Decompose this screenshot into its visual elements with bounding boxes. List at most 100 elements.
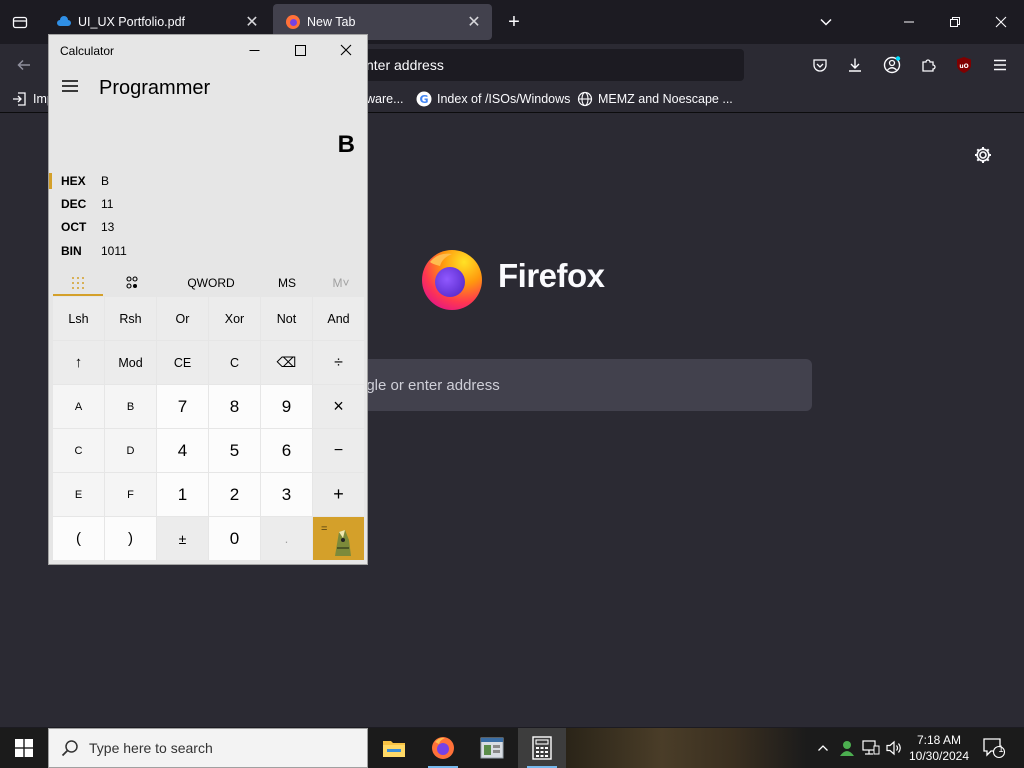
new-tab-plus-icon[interactable]: + bbox=[502, 10, 526, 34]
system-clock[interactable]: 7:18 AM 10/30/2024 bbox=[908, 732, 970, 764]
show-hidden-icons-chevron-icon[interactable] bbox=[812, 728, 834, 768]
mod-button[interactable]: Mod bbox=[105, 341, 156, 384]
hex-b-button[interactable]: B bbox=[105, 385, 156, 428]
volume-icon[interactable] bbox=[883, 728, 905, 768]
digit-1-button[interactable]: 1 bbox=[157, 473, 208, 516]
minimize-icon[interactable] bbox=[886, 6, 932, 38]
taskbar-firefox[interactable] bbox=[419, 728, 467, 768]
or-button[interactable]: Or bbox=[157, 297, 208, 340]
ublock-origin-icon[interactable]: uO bbox=[952, 53, 976, 77]
keypad-tab-icon[interactable] bbox=[53, 269, 103, 297]
shift-up-arrow-button[interactable]: ↑ bbox=[53, 341, 104, 384]
digit-6-button[interactable]: 6 bbox=[261, 429, 312, 472]
radix-row-hex[interactable]: HEX B bbox=[49, 170, 369, 192]
back-arrow-icon[interactable] bbox=[12, 53, 36, 77]
close-paren-button[interactable]: ) bbox=[105, 517, 156, 560]
digit-5-button[interactable]: 5 bbox=[209, 429, 260, 472]
people-tray-icon[interactable] bbox=[836, 728, 858, 768]
clear-entry-button[interactable]: CE bbox=[157, 341, 208, 384]
negate-button[interactable]: ± bbox=[157, 517, 208, 560]
list-all-tabs-chevron-icon[interactable] bbox=[814, 10, 838, 34]
minimize-icon[interactable] bbox=[231, 35, 277, 65]
search-placeholder: ogle or enter address bbox=[358, 376, 500, 394]
tab-title: UI_UX Portfolio.pdf bbox=[78, 15, 185, 29]
digit-0-button[interactable]: 0 bbox=[209, 517, 260, 560]
restore-icon[interactable] bbox=[932, 6, 978, 38]
digit-3-button[interactable]: 3 bbox=[261, 473, 312, 516]
svg-text:G: G bbox=[419, 93, 428, 106]
close-icon[interactable]: ✕ bbox=[462, 10, 486, 34]
hex-c-button[interactable]: C bbox=[53, 429, 104, 472]
hex-d-button[interactable]: D bbox=[105, 429, 156, 472]
divide-button[interactable]: ÷ bbox=[313, 341, 364, 384]
clear-button[interactable]: C bbox=[209, 341, 260, 384]
notification-badge: 1 bbox=[998, 744, 1004, 754]
download-icon[interactable] bbox=[843, 53, 867, 77]
digit-9-button[interactable]: 9 bbox=[261, 385, 312, 428]
mode-title: Programmer bbox=[99, 77, 211, 99]
memory-list-button: M˅ bbox=[332, 276, 350, 290]
not-button[interactable]: Not bbox=[261, 297, 312, 340]
action-center-icon[interactable]: 1 bbox=[978, 728, 1010, 768]
close-icon[interactable] bbox=[323, 35, 369, 65]
navigation-menu-icon[interactable] bbox=[61, 79, 79, 93]
close-icon[interactable]: ✕ bbox=[240, 10, 264, 34]
menu-hamburger-icon[interactable] bbox=[988, 53, 1012, 77]
import-icon bbox=[12, 91, 28, 107]
and-button[interactable]: And bbox=[313, 297, 364, 340]
taskbar-app-window[interactable] bbox=[468, 728, 516, 768]
maximize-icon[interactable] bbox=[277, 35, 323, 65]
bit-toggling-tab-icon[interactable] bbox=[107, 269, 157, 297]
bookmark-item[interactable]: G Index of /ISOs/Windows bbox=[416, 85, 570, 113]
window-title: Calculator bbox=[60, 44, 115, 58]
close-icon[interactable] bbox=[978, 6, 1024, 38]
xor-button[interactable]: Xor bbox=[209, 297, 260, 340]
svg-text:uO: uO bbox=[959, 63, 968, 70]
tab-title: New Tab bbox=[307, 15, 356, 29]
extensions-puzzle-icon[interactable] bbox=[916, 53, 940, 77]
gear-icon[interactable] bbox=[972, 144, 994, 166]
subtract-button[interactable]: − bbox=[313, 429, 364, 472]
radix-row-bin[interactable]: BIN 1011 bbox=[49, 240, 369, 262]
hex-f-button[interactable]: F bbox=[105, 473, 156, 516]
windows-taskbar: Type here to search 7:18 AM 10/30/2024 1 bbox=[0, 728, 1024, 768]
radix-row-dec[interactable]: DEC 11 bbox=[49, 193, 369, 215]
taskbar-file-explorer[interactable] bbox=[370, 728, 418, 768]
folder-icon bbox=[383, 741, 405, 757]
backspace-button[interactable]: ⌫ bbox=[261, 341, 312, 384]
radix-row-oct[interactable]: OCT 13 bbox=[49, 216, 369, 238]
clock-time: 7:18 AM bbox=[916, 733, 962, 747]
google-icon: G bbox=[416, 91, 432, 107]
rsh-button[interactable]: Rsh bbox=[105, 297, 156, 340]
taskbar-calculator[interactable] bbox=[518, 728, 566, 768]
add-button[interactable]: + bbox=[313, 473, 364, 516]
bookmark-item[interactable]: MEMZ and Noescape ... bbox=[577, 85, 733, 113]
hex-a-button[interactable]: A bbox=[53, 385, 104, 428]
bookmark-item[interactable]: ware... bbox=[366, 85, 404, 113]
taskbar-search-box[interactable]: Type here to search bbox=[48, 728, 368, 768]
decimal-button: . bbox=[261, 517, 312, 560]
globe-icon bbox=[577, 91, 593, 107]
digit-2-button[interactable]: 2 bbox=[209, 473, 260, 516]
word-size-button[interactable]: QWORD bbox=[169, 269, 253, 297]
newtab-search-input[interactable]: ogle or enter address bbox=[340, 359, 812, 411]
equals-label: = bbox=[321, 523, 328, 535]
digit-8-button[interactable]: 8 bbox=[209, 385, 260, 428]
multiply-button[interactable]: × bbox=[313, 385, 364, 428]
lsh-button[interactable]: Lsh bbox=[53, 297, 104, 340]
windows-start-icon[interactable] bbox=[0, 728, 48, 768]
equals-button[interactable]: = bbox=[313, 517, 364, 560]
network-icon[interactable] bbox=[860, 728, 882, 768]
digit-4-button[interactable]: 4 bbox=[157, 429, 208, 472]
open-paren-button[interactable]: ( bbox=[53, 517, 104, 560]
memory-store-button[interactable]: MS bbox=[265, 269, 309, 297]
digit-7-button[interactable]: 7 bbox=[157, 385, 208, 428]
hex-e-button[interactable]: E bbox=[53, 473, 104, 516]
calculator-icon bbox=[532, 736, 552, 760]
window-app-icon bbox=[480, 737, 504, 759]
selected-indicator bbox=[49, 173, 52, 189]
tab-manager-icon[interactable] bbox=[8, 10, 32, 34]
pocket-icon[interactable] bbox=[808, 53, 832, 77]
account-icon[interactable] bbox=[880, 53, 904, 77]
search-placeholder: Type here to search bbox=[89, 740, 213, 756]
